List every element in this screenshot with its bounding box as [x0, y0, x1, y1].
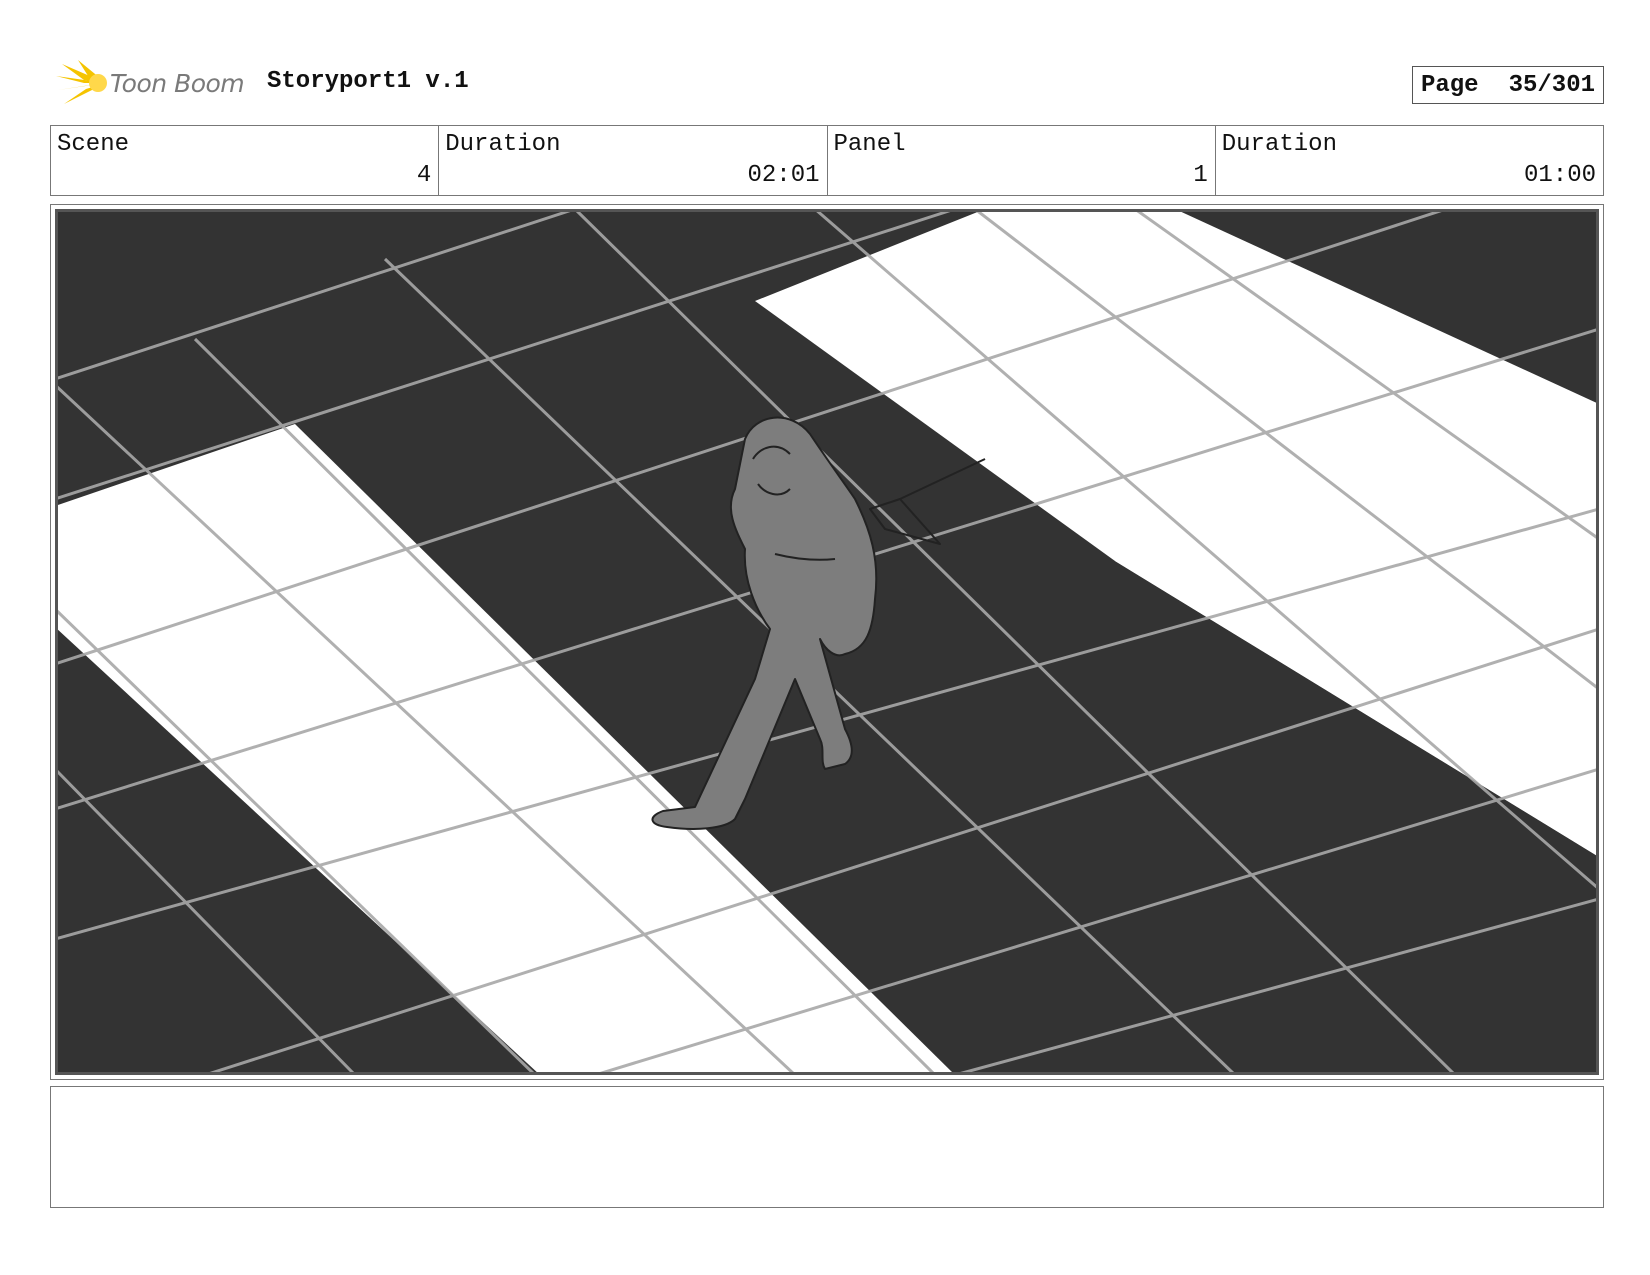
project-title: Storyport1 v.1 — [267, 68, 469, 95]
page-label: Page — [1420, 71, 1479, 99]
page-indicator: Page 35/301 — [1411, 66, 1604, 104]
panel-value: 1 — [1193, 162, 1208, 189]
scene-duration-cell: Duration 02:01 — [439, 126, 828, 195]
scene-duration-value: 02:01 — [747, 162, 820, 189]
toon-boom-logo: Toon Boom — [54, 58, 254, 108]
notes-box — [50, 1086, 1604, 1208]
scene-value: 4 — [416, 162, 432, 189]
storyboard-panel — [50, 204, 1604, 1080]
panel-drawing — [55, 209, 1599, 1075]
panel-cell: Panel 1 — [828, 126, 1216, 195]
logo-text: Toon Boom — [110, 68, 245, 98]
panel-label: Panel — [833, 131, 906, 158]
panel-info-row: Scene 4 Duration 02:01 Panel 1 Duration … — [50, 125, 1604, 196]
starburst-icon — [56, 60, 107, 104]
scene-duration-label: Duration — [445, 131, 561, 158]
scene-cell: Scene 4 — [51, 126, 440, 195]
panel-duration-value: 01:00 — [1523, 162, 1596, 189]
panel-duration-cell: Duration 01:00 — [1216, 126, 1603, 195]
page-number: 35/301 — [1508, 71, 1595, 99]
page-header: Toon Boom Storyport1 v.1 Page 35/301 — [50, 58, 1604, 108]
panel-duration-label: Duration — [1221, 131, 1337, 158]
scene-label: Scene — [57, 131, 130, 158]
